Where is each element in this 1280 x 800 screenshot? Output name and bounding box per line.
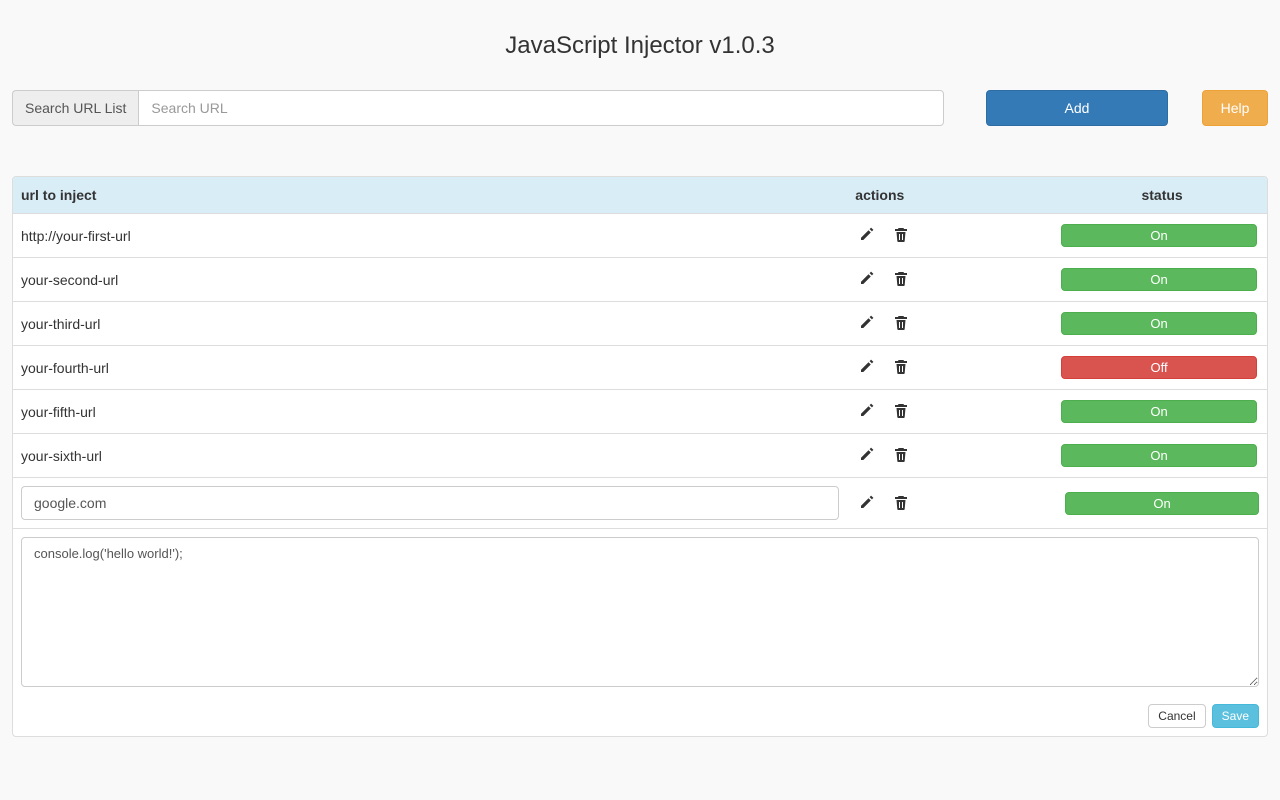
pencil-icon xyxy=(859,358,875,377)
actions-cell xyxy=(847,434,1057,478)
edit-button[interactable] xyxy=(855,224,879,247)
actions-cell xyxy=(847,390,1057,434)
status-toggle-button[interactable]: Off xyxy=(1061,356,1257,379)
table-row: http://your-first-url On xyxy=(13,214,1267,258)
code-row xyxy=(13,529,1267,699)
actions-cell xyxy=(847,214,1057,258)
status-cell: On xyxy=(1057,258,1267,302)
table-row: On xyxy=(13,478,1267,529)
table-row: your-fifth-url On xyxy=(13,390,1267,434)
page-title: JavaScript Injector v1.0.3 xyxy=(12,32,1268,60)
pencil-icon xyxy=(859,494,875,513)
code-textarea[interactable] xyxy=(21,537,1259,687)
status-cell: On xyxy=(1057,478,1267,529)
edit-button[interactable] xyxy=(855,400,879,423)
delete-button[interactable] xyxy=(889,400,913,423)
pencil-icon xyxy=(859,314,875,333)
status-toggle-button[interactable]: On xyxy=(1061,224,1257,247)
spacer xyxy=(944,90,986,126)
pencil-icon xyxy=(859,402,875,421)
edit-button[interactable] xyxy=(855,492,879,515)
actions-cell xyxy=(847,258,1057,302)
search-group: Search URL List xyxy=(12,90,944,126)
edit-button[interactable] xyxy=(855,356,879,379)
delete-button[interactable] xyxy=(889,268,913,291)
url-cell: your-fifth-url xyxy=(13,390,847,434)
actions-cell xyxy=(847,302,1057,346)
edit-button[interactable] xyxy=(855,444,879,467)
pencil-icon xyxy=(859,446,875,465)
url-edit-input[interactable] xyxy=(21,486,839,520)
add-button[interactable]: Add xyxy=(986,90,1168,126)
delete-button[interactable] xyxy=(889,224,913,247)
status-cell: On xyxy=(1057,214,1267,258)
delete-button[interactable] xyxy=(889,492,913,515)
top-bar: Search URL List Add Help xyxy=(12,90,1268,126)
pencil-icon xyxy=(859,270,875,289)
search-addon-label: Search URL List xyxy=(12,90,138,126)
status-cell: On xyxy=(1057,434,1267,478)
url-cell xyxy=(13,478,847,529)
url-cell: your-third-url xyxy=(13,302,847,346)
url-cell: http://your-first-url xyxy=(13,214,847,258)
url-cell: your-sixth-url xyxy=(13,434,847,478)
trash-icon xyxy=(893,314,909,333)
table-row: your-sixth-url On xyxy=(13,434,1267,478)
table-row: your-second-url On xyxy=(13,258,1267,302)
table-row: your-third-url On xyxy=(13,302,1267,346)
url-cell: your-fourth-url xyxy=(13,346,847,390)
delete-button[interactable] xyxy=(889,312,913,335)
search-input[interactable] xyxy=(138,90,944,126)
status-toggle-button[interactable]: On xyxy=(1065,492,1259,515)
status-cell: On xyxy=(1057,302,1267,346)
delete-button[interactable] xyxy=(889,444,913,467)
trash-icon xyxy=(893,402,909,421)
trash-icon xyxy=(893,270,909,289)
footer-row: Cancel Save xyxy=(13,698,1267,736)
url-cell: your-second-url xyxy=(13,258,847,302)
status-toggle-button[interactable]: On xyxy=(1061,400,1257,423)
save-button[interactable]: Save xyxy=(1212,704,1259,728)
edit-button[interactable] xyxy=(855,268,879,291)
edit-button[interactable] xyxy=(855,312,879,335)
trash-icon xyxy=(893,226,909,245)
trash-icon xyxy=(893,358,909,377)
trash-icon xyxy=(893,494,909,513)
delete-button[interactable] xyxy=(889,356,913,379)
col-header-status: status xyxy=(1057,177,1267,214)
table-row: your-fourth-url Off xyxy=(13,346,1267,390)
col-header-url: url to inject xyxy=(13,177,847,214)
col-header-actions: actions xyxy=(847,177,1057,214)
actions-cell xyxy=(847,346,1057,390)
status-cell: On xyxy=(1057,390,1267,434)
help-button[interactable]: Help xyxy=(1202,90,1268,126)
url-table-panel: url to inject actions status http://your… xyxy=(12,176,1268,737)
status-cell: Off xyxy=(1057,346,1267,390)
actions-cell xyxy=(847,478,1057,529)
status-toggle-button[interactable]: On xyxy=(1061,312,1257,335)
status-toggle-button[interactable]: On xyxy=(1061,268,1257,291)
pencil-icon xyxy=(859,226,875,245)
cancel-button[interactable]: Cancel xyxy=(1148,704,1205,728)
status-toggle-button[interactable]: On xyxy=(1061,444,1257,467)
url-table: url to inject actions status http://your… xyxy=(13,177,1267,736)
trash-icon xyxy=(893,446,909,465)
